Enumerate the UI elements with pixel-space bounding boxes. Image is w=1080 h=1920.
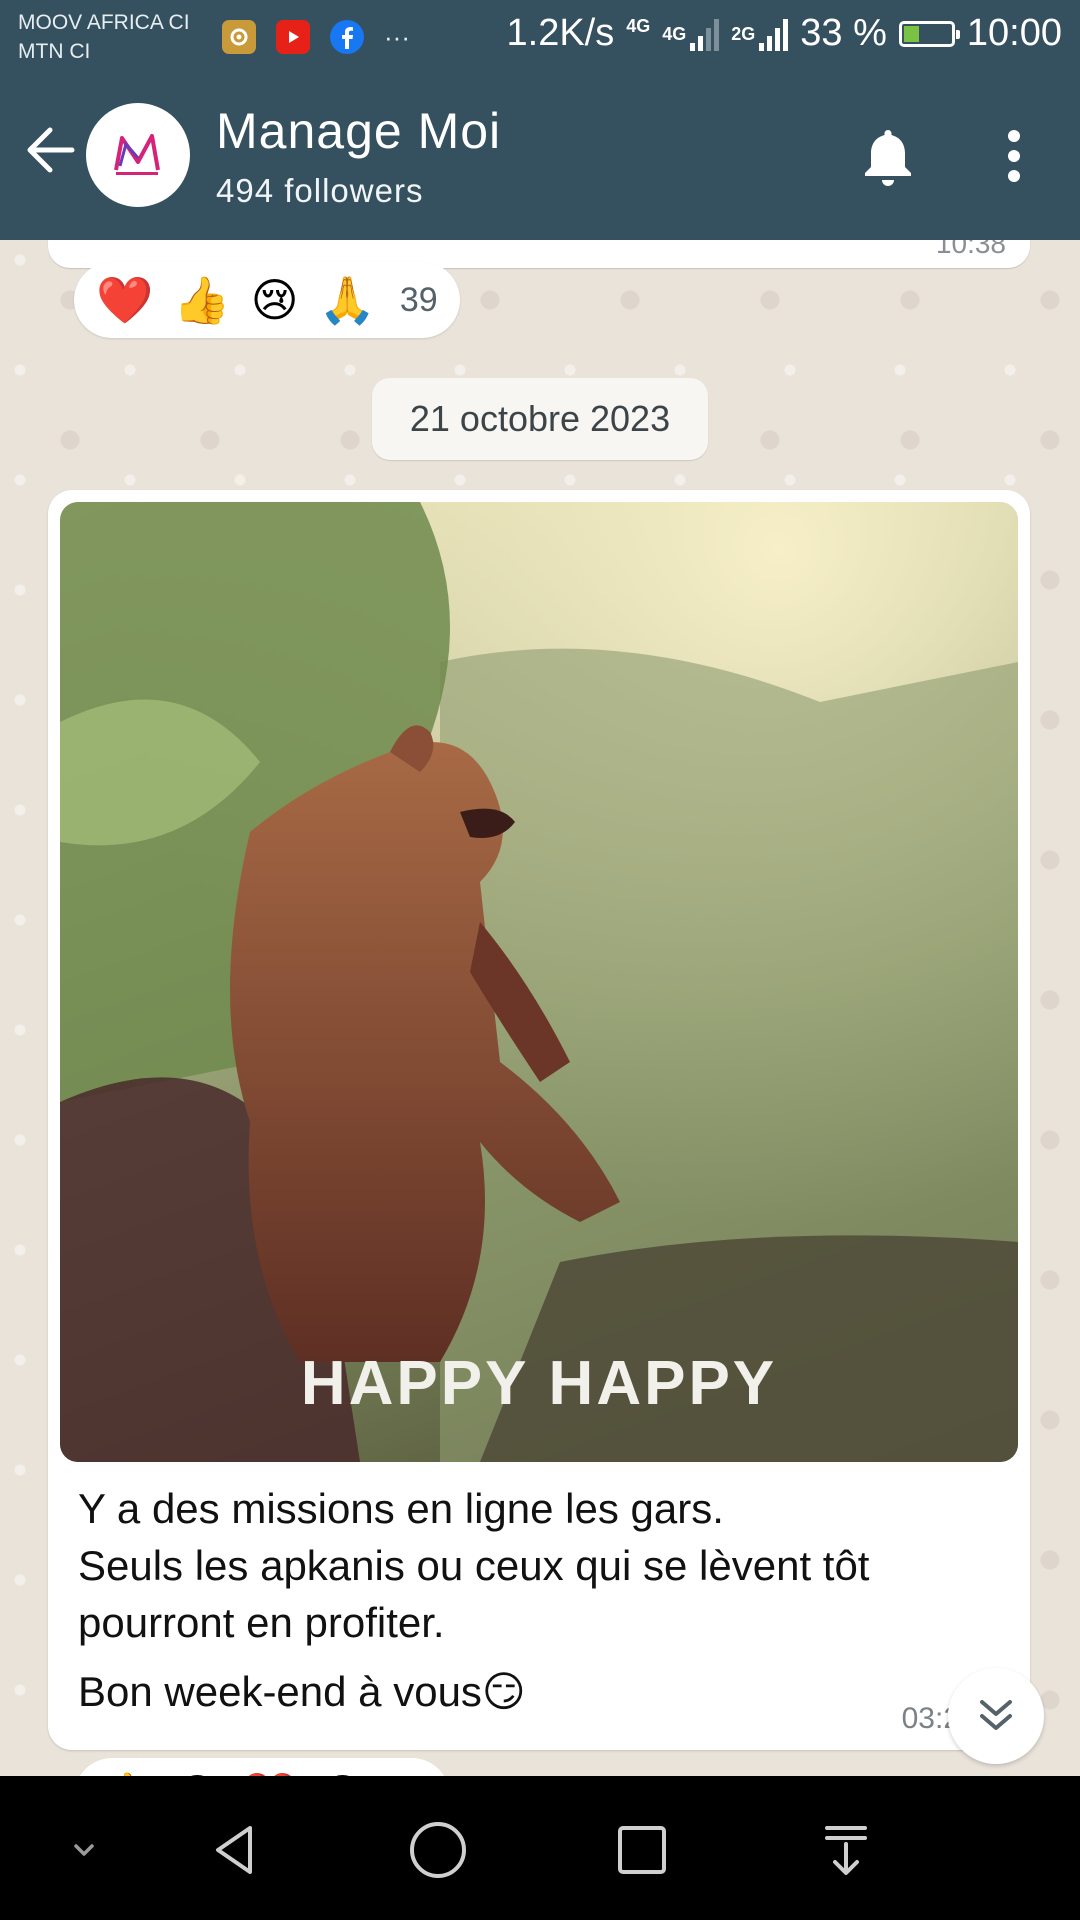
system-navigation-bar <box>0 1776 1080 1920</box>
battery-icon <box>898 20 960 47</box>
back-triangle-icon <box>216 1826 252 1874</box>
network-type-1: 4G <box>626 15 651 36</box>
reaction-emoji: 🙏 <box>318 273 376 326</box>
network-type-2: 4G <box>662 23 687 44</box>
reaction-emoji: 😢 <box>173 1769 221 1776</box>
previous-message-time: 10:38 <box>935 240 1006 259</box>
carrier-1: MOOV AFRICA CI <box>18 11 190 34</box>
hide-nav-button[interactable] <box>44 1810 124 1890</box>
reactions-bar[interactable]: ❤️ 👍 😢 🙏 39 <box>74 262 460 338</box>
more-notifications-icon: ··· <box>384 21 410 52</box>
channel-post-bubble[interactable]: HAPPY HAPPY Y a des missions en ligne le… <box>48 490 1030 1750</box>
caption-line: Seuls les apkanis ou ceux qui se lèvent … <box>78 1542 870 1646</box>
reaction-emoji: 😮 <box>319 1769 367 1776</box>
media-overlay-text: HAPPY HAPPY <box>301 1349 777 1418</box>
reaction-emoji: 👍 <box>96 1769 153 1777</box>
back-arrow-icon <box>27 127 75 173</box>
notification-icons: ··· <box>222 20 410 54</box>
signal-1-icon: 4G <box>662 17 720 51</box>
recents-square-icon <box>618 1826 666 1874</box>
bear-animation-image: HAPPY HAPPY <box>60 502 1018 1462</box>
kebab-menu-icon <box>1008 130 1020 182</box>
nav-back-button[interactable] <box>194 1810 274 1890</box>
post-caption: Y a des missions en ligne les gars. Seul… <box>78 1480 998 1720</box>
back-button[interactable] <box>18 118 82 182</box>
system-indicators: 1.2K/s 4G 4G 2G 33 % 10:00 <box>507 12 1063 55</box>
channel-avatar[interactable] <box>86 103 190 207</box>
home-circle-icon <box>410 1822 466 1878</box>
carrier-info: MOOV AFRICA CI MTN CI <box>18 8 190 66</box>
network-speed: 1.2K/s <box>506 12 615 54</box>
channel-header: Manage Moi 494 followers <box>0 76 1080 240</box>
manage-moi-logo <box>114 134 160 175</box>
date-separator: 21 octobre 2023 <box>372 378 708 460</box>
network-type-3: 2G <box>731 23 756 44</box>
chevron-down-icon <box>74 1844 94 1856</box>
channel-name[interactable]: Manage Moi <box>216 102 501 160</box>
status-bar: MOOV AFRICA CI MTN CI ··· 1.2K/s 4G 4G 2… <box>0 0 1080 76</box>
reactions-bar[interactable]: 👍 😢 ❤️ 😮 25 <box>74 1758 451 1777</box>
caption-line: Y a des missions en ligne les gars. <box>78 1485 724 1532</box>
notification-shade-button[interactable] <box>806 1810 886 1890</box>
youtube-icon <box>276 20 310 54</box>
nav-home-button[interactable] <box>398 1810 478 1890</box>
followers-count: 494 followers <box>216 172 424 209</box>
reaction-count: 39 <box>399 280 438 319</box>
post-media-gif[interactable]: HAPPY HAPPY <box>60 502 1018 1462</box>
chat-area[interactable]: 10:38 ❤️ 👍 😢 🙏 39 21 octobre 2023 HAPPY … <box>0 240 1080 1776</box>
settings-app-icon <box>222 20 256 54</box>
battery-percent: 33 % <box>800 12 887 54</box>
carrier-2: MTN CI <box>18 40 91 63</box>
nav-recents-button[interactable] <box>602 1810 682 1890</box>
clock: 10:00 <box>966 12 1062 54</box>
scroll-to-bottom-button[interactable] <box>948 1668 1044 1764</box>
reaction-emoji: ❤️ <box>241 1769 298 1777</box>
caption-line: Bon week-end à vous😏 <box>78 1668 526 1715</box>
signal-2-icon: 2G <box>731 17 789 51</box>
notifications-button[interactable] <box>858 124 918 188</box>
bell-icon <box>865 130 911 186</box>
double-chevron-down-icon <box>980 1700 1012 1730</box>
facebook-icon <box>330 20 364 54</box>
reaction-emoji: 👍 <box>173 273 231 326</box>
pull-down-icon <box>825 1826 867 1875</box>
reaction-emoji: 😢 <box>250 274 299 326</box>
more-options-button[interactable] <box>994 126 1034 186</box>
reaction-emoji: ❤️ <box>96 273 154 326</box>
